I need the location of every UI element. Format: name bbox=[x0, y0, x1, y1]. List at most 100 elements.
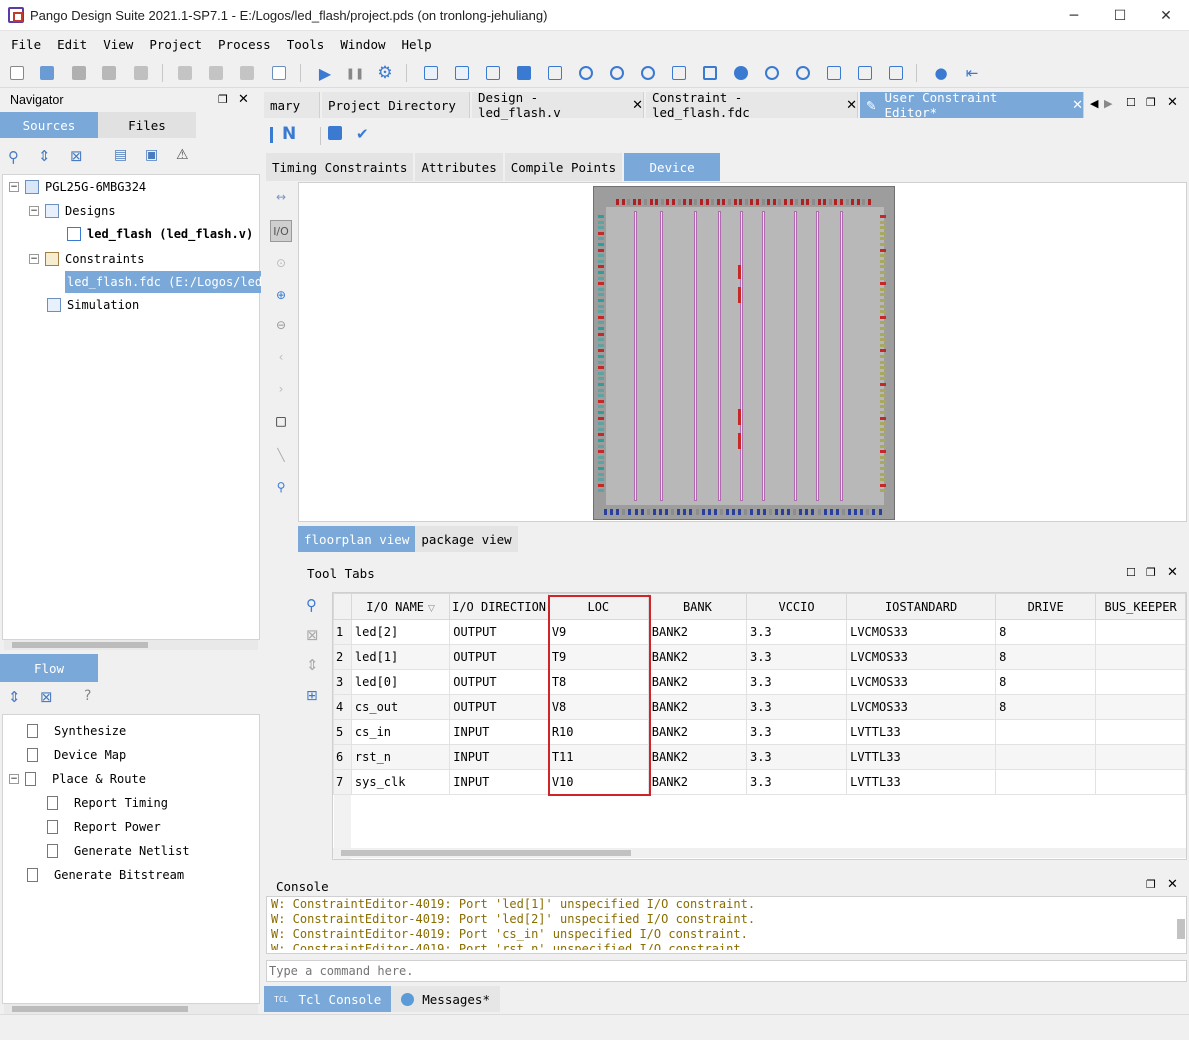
cell-n[interactable]: 3 bbox=[333, 669, 352, 695]
tree-node-design-file[interactable]: led_flash (led_flash.v) bbox=[67, 224, 253, 244]
io-view-icon[interactable]: I/O bbox=[270, 220, 292, 242]
cell-vccio[interactable]: 3.3 bbox=[745, 694, 848, 720]
float-icon[interactable]: ❐ bbox=[1146, 96, 1156, 109]
new-file-icon[interactable] bbox=[8, 64, 26, 82]
scroll-left-icon[interactable]: ◀ bbox=[1090, 97, 1098, 110]
add-ip-icon[interactable]: ▤ bbox=[114, 147, 127, 163]
tab-tcl-console[interactable]: TCL Tcl Console bbox=[264, 986, 392, 1012]
chip-icon[interactable] bbox=[701, 64, 719, 82]
copy-icon[interactable] bbox=[207, 64, 225, 82]
flow-device-map[interactable]: Device Map bbox=[27, 745, 126, 765]
next-icon[interactable]: › bbox=[272, 380, 290, 398]
cell-n[interactable]: 1 bbox=[333, 619, 352, 645]
select-area-icon[interactable]: ⊙ bbox=[272, 254, 290, 272]
sort-icon[interactable]: ▽ bbox=[428, 604, 435, 614]
cell-keeper[interactable] bbox=[1095, 644, 1186, 670]
menu-help[interactable]: Help bbox=[394, 37, 440, 52]
close-icon[interactable]: ✕ bbox=[238, 92, 249, 107]
cell-name[interactable]: led[0] bbox=[350, 669, 451, 695]
refresh-icon[interactable] bbox=[577, 64, 595, 82]
cell-drive[interactable] bbox=[995, 769, 1097, 795]
tab-device[interactable]: Device bbox=[624, 153, 721, 181]
cut-icon[interactable] bbox=[176, 64, 194, 82]
float-icon[interactable]: ❐ bbox=[1146, 878, 1156, 891]
menu-file[interactable]: File bbox=[0, 37, 49, 52]
cell-vccio[interactable]: 3.3 bbox=[745, 669, 848, 695]
tab-compile-points[interactable]: Compile Points bbox=[504, 153, 623, 181]
cell-keeper[interactable] bbox=[1095, 669, 1186, 695]
check-icon[interactable]: ✔ bbox=[356, 125, 369, 143]
tab-summary[interactable]: mary bbox=[264, 92, 320, 118]
chart-icon[interactable] bbox=[825, 64, 843, 82]
zoom-out-icon[interactable]: ⊖ bbox=[272, 316, 290, 334]
line-tool-icon[interactable]: ╲ bbox=[272, 446, 290, 464]
tab-files[interactable]: Files bbox=[98, 112, 196, 138]
cell-std[interactable]: LVCMOS33 bbox=[846, 669, 997, 695]
table-row[interactable]: 5 cs_in INPUT R10 BANK2 3.3 LVTTL33 bbox=[333, 719, 1186, 745]
collapse-all-icon[interactable]: ⊠ bbox=[70, 147, 83, 165]
flow-hscroll[interactable] bbox=[4, 1004, 258, 1014]
cell-bank[interactable]: BANK2 bbox=[647, 744, 747, 770]
column-header-bus-keeper[interactable]: BUS_KEEPER bbox=[1095, 593, 1186, 620]
flow-generate-netlist[interactable]: Generate Netlist bbox=[47, 841, 190, 861]
tree-node-constraint-file[interactable]: led_flash.fdc (E:/Logos/led_ bbox=[65, 271, 261, 293]
cell-bank[interactable]: BANK2 bbox=[647, 644, 747, 670]
cell-name[interactable]: led[2] bbox=[350, 619, 451, 645]
netlist-icon[interactable] bbox=[453, 64, 471, 82]
cell-n[interactable]: 5 bbox=[333, 719, 352, 745]
tab-user-constraint-editor[interactable]: ✎ User Constraint Editor* ✕ bbox=[860, 90, 1084, 120]
cell-bank[interactable]: BANK2 bbox=[647, 769, 747, 795]
help-icon[interactable]: ? bbox=[84, 688, 91, 704]
cell-std[interactable]: LVCMOS33 bbox=[846, 619, 997, 645]
tree-node-designs[interactable]: − Designs bbox=[29, 201, 116, 221]
add-folder-icon[interactable]: ▣ bbox=[145, 147, 158, 163]
cell-name[interactable]: led[1] bbox=[350, 644, 451, 670]
cell-n[interactable]: 2 bbox=[333, 644, 352, 670]
schematic-icon[interactable] bbox=[515, 64, 533, 82]
cell-std[interactable]: LVTTL33 bbox=[846, 744, 997, 770]
report-icon[interactable] bbox=[422, 64, 440, 82]
hierarchy-icon[interactable] bbox=[484, 64, 502, 82]
menu-window[interactable]: Window bbox=[332, 37, 393, 52]
cell-name[interactable]: cs_in bbox=[350, 719, 451, 745]
cell-drive[interactable]: 8 bbox=[995, 644, 1097, 670]
device-floorplan-canvas[interactable] bbox=[298, 182, 1187, 522]
cell-n[interactable]: 7 bbox=[333, 769, 352, 795]
save-icon[interactable] bbox=[328, 126, 342, 140]
search-icon[interactable]: ⚲ bbox=[8, 148, 19, 166]
save-icon[interactable] bbox=[70, 64, 88, 82]
io-constraint-table[interactable]: I/O NAME ▽ I/O DIRECTION LOC BANK VCCIO I… bbox=[332, 592, 1187, 860]
tab-sources[interactable]: Sources bbox=[0, 112, 98, 138]
cell-std[interactable]: LVCMOS33 bbox=[846, 644, 997, 670]
zoom-in-icon[interactable]: ⊕ bbox=[272, 286, 290, 304]
flow-synthesize[interactable]: Synthesize bbox=[27, 721, 126, 741]
menu-tools[interactable]: Tools bbox=[279, 37, 333, 52]
column-header-io-name[interactable]: I/O NAME ▽ bbox=[350, 593, 451, 620]
expand-icon[interactable]: ⇕ bbox=[306, 656, 319, 674]
cell-dir[interactable]: OUTPUT bbox=[449, 694, 549, 720]
tree-icon[interactable] bbox=[887, 64, 905, 82]
cell-dir[interactable]: INPUT bbox=[449, 744, 549, 770]
close-panel-icon[interactable]: ✕ bbox=[1167, 95, 1178, 110]
cell-n[interactable]: 6 bbox=[333, 744, 352, 770]
hierarchy-icon[interactable]: ⊞ bbox=[306, 688, 318, 704]
maximize-panel-icon[interactable]: ☐ bbox=[1126, 566, 1136, 579]
flow-place-route[interactable]: − Place & Route bbox=[9, 769, 146, 789]
console-log[interactable]: W: ConstraintEditor-4019: Port 'led[1]' … bbox=[266, 896, 1187, 954]
cell-keeper[interactable] bbox=[1095, 719, 1186, 745]
table-row[interactable]: 6 rst_n INPUT T11 BANK2 3.3 LVTTL33 bbox=[333, 744, 1186, 770]
menu-edit[interactable]: Edit bbox=[49, 37, 95, 52]
cell-keeper[interactable] bbox=[1095, 769, 1186, 795]
lightbulb-icon[interactable]: ● bbox=[932, 64, 950, 82]
open-folder-icon[interactable] bbox=[38, 64, 56, 82]
cell-drive[interactable]: 8 bbox=[995, 619, 1097, 645]
network-icon[interactable] bbox=[856, 64, 874, 82]
expand-all-icon[interactable]: ⇕ bbox=[8, 688, 21, 706]
find-icon[interactable] bbox=[270, 64, 288, 82]
run-icon[interactable]: ▶ bbox=[316, 64, 334, 83]
settings-gear-icon[interactable]: ⚙ bbox=[376, 63, 394, 83]
paste-icon[interactable] bbox=[238, 64, 256, 82]
maximize-panel-icon[interactable]: ☐ bbox=[1126, 96, 1136, 109]
flow-report-power[interactable]: Report Power bbox=[47, 817, 161, 837]
cell-keeper[interactable] bbox=[1095, 694, 1186, 720]
